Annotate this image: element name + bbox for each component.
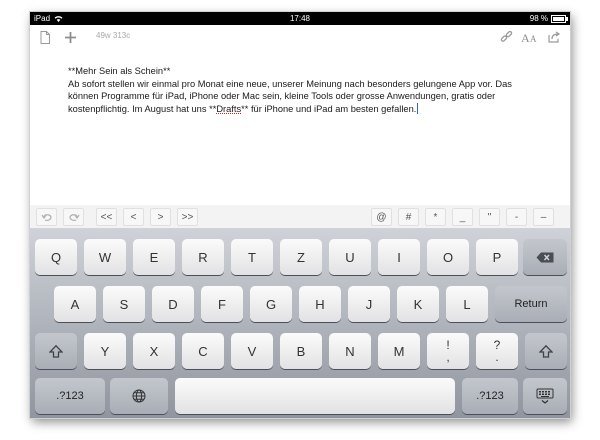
key-f[interactable]: F <box>201 286 243 322</box>
document-body: Ab sofort stellen wir einmal pro Monat e… <box>68 78 538 116</box>
text-editor[interactable]: **Mehr Sein als Schein** Ab sofort stell… <box>68 65 538 115</box>
key-w[interactable]: W <box>84 239 126 275</box>
key-a[interactable]: A <box>54 286 96 322</box>
hash-symbol-key[interactable]: # <box>398 208 419 226</box>
battery-icon <box>551 14 568 23</box>
move-cursor-start-key[interactable]: << <box>96 208 117 226</box>
key-d[interactable]: D <box>152 286 194 322</box>
share-icon[interactable] <box>546 28 562 46</box>
key-m[interactable]: M <box>378 333 420 369</box>
keyboard-accessory-bar: << < > >> @ # * _ " - – <box>30 205 570 228</box>
backspace-key[interactable] <box>523 239 567 275</box>
period-glyph: . <box>495 350 499 364</box>
key-u[interactable]: U <box>329 239 371 275</box>
key-z[interactable]: Z <box>280 239 322 275</box>
shift-icon <box>49 344 63 358</box>
key-q[interactable]: Q <box>35 239 77 275</box>
body-text-end: ** für iPhone und iPad am besten gefalle… <box>241 103 417 114</box>
underscore-key[interactable]: _ <box>452 208 473 226</box>
hyphen-key[interactable]: - <box>506 208 527 226</box>
exclamation-comma-glyphs: !, <box>446 339 449 363</box>
misspelled-word[interactable]: Drafts <box>216 104 241 114</box>
return-key[interactable]: Return <box>495 286 567 322</box>
key-j[interactable]: J <box>348 286 390 322</box>
backspace-icon <box>536 252 554 262</box>
numbers-key-left[interactable]: .?123 <box>35 378 105 414</box>
hide-keyboard-key[interactable] <box>523 378 567 414</box>
keyboard-dismiss-icon <box>536 388 554 404</box>
battery-percent: 98 % <box>529 14 548 23</box>
key-l[interactable]: L <box>446 286 488 322</box>
en-dash-key[interactable]: – <box>533 208 554 226</box>
space-bar[interactable] <box>175 378 455 414</box>
status-right: 98 % <box>529 12 568 25</box>
key-n[interactable]: N <box>329 333 371 369</box>
key-r[interactable]: R <box>182 239 224 275</box>
add-icon[interactable] <box>62 28 78 46</box>
globe-icon <box>132 389 146 403</box>
numbers-key-right[interactable]: .?123 <box>462 378 518 414</box>
app-toolbar: 49w 313c AA <box>30 25 570 49</box>
key-s[interactable]: S <box>103 286 145 322</box>
move-cursor-right-key[interactable]: > <box>150 208 171 226</box>
question-period-key[interactable]: ?. <box>476 333 518 369</box>
asterisk-key[interactable]: * <box>425 208 446 226</box>
key-v[interactable]: V <box>231 333 273 369</box>
key-g[interactable]: G <box>250 286 292 322</box>
link-icon[interactable] <box>498 28 514 46</box>
move-cursor-left-key[interactable]: < <box>123 208 144 226</box>
redo-icon[interactable] <box>63 208 84 226</box>
svg-text:A: A <box>530 34 537 43</box>
status-bar: iPad 17:48 98 % <box>30 12 570 25</box>
status-time: 17:48 <box>289 14 311 23</box>
key-x[interactable]: X <box>133 333 175 369</box>
shift-key-left[interactable] <box>35 333 77 369</box>
comma-glyph: , <box>446 350 450 364</box>
key-h[interactable]: H <box>299 286 341 322</box>
question-period-glyphs: ?. <box>494 339 501 363</box>
key-p[interactable]: P <box>476 239 518 275</box>
svg-text:A: A <box>521 31 530 43</box>
key-b[interactable]: B <box>280 333 322 369</box>
key-o[interactable]: O <box>427 239 469 275</box>
key-y[interactable]: Y <box>84 333 126 369</box>
globe-key[interactable] <box>110 378 168 414</box>
shift-icon <box>539 344 553 358</box>
font-size-icon[interactable]: AA <box>520 28 540 46</box>
key-c[interactable]: C <box>182 333 224 369</box>
shift-key-right[interactable] <box>525 333 567 369</box>
character-count: 49w 313c <box>96 31 131 40</box>
key-k[interactable]: K <box>397 286 439 322</box>
key-e[interactable]: E <box>133 239 175 275</box>
new-document-icon[interactable] <box>38 28 52 46</box>
text-cursor <box>417 102 419 114</box>
ipad-screen: iPad 17:48 98 % 49w 313c AA **Mehr Sein … <box>30 12 570 418</box>
at-symbol-key[interactable]: @ <box>371 208 392 226</box>
quote-key[interactable]: " <box>479 208 500 226</box>
key-t[interactable]: T <box>231 239 273 275</box>
battery-fill <box>553 16 564 21</box>
document-title-line: **Mehr Sein als Schein** <box>68 66 171 76</box>
onscreen-keyboard: Q W E R T Z U I O P A S D F G H J K L Re… <box>30 228 570 418</box>
key-i[interactable]: I <box>378 239 420 275</box>
undo-icon[interactable] <box>36 208 57 226</box>
move-cursor-end-key[interactable]: >> <box>177 208 198 226</box>
exclamation-comma-key[interactable]: !, <box>427 333 469 369</box>
